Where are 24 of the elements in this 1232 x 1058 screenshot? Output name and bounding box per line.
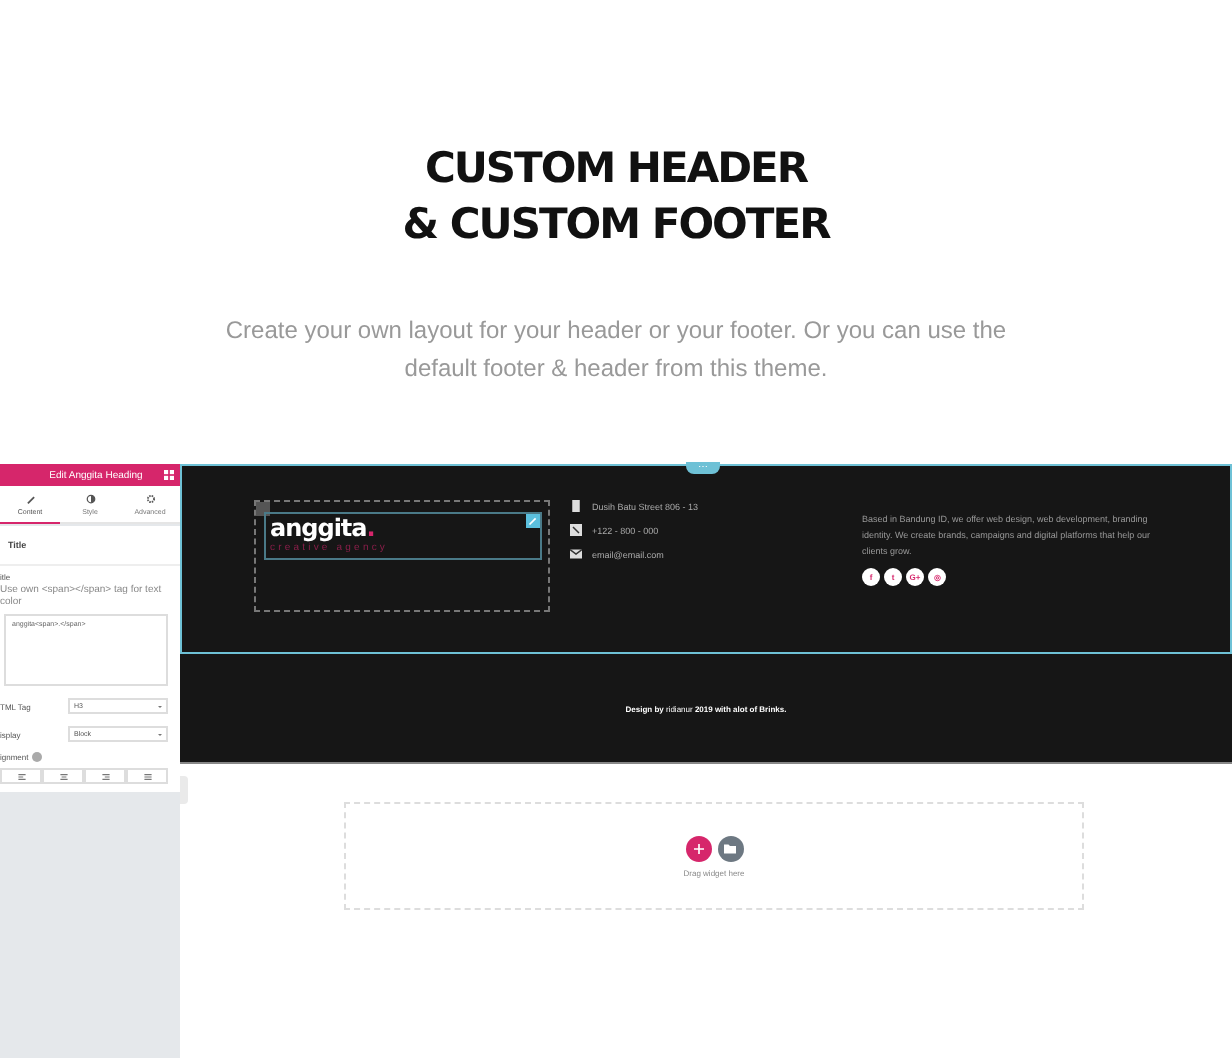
justify-button[interactable] xyxy=(126,768,168,784)
envelope-icon xyxy=(570,548,582,560)
justify-icon xyxy=(143,773,151,779)
building-icon xyxy=(570,500,582,512)
gear-icon xyxy=(145,493,155,503)
info-icon xyxy=(32,752,43,762)
hero-title: CUSTOM HEADER xyxy=(424,142,808,196)
align-left-button[interactable] xyxy=(0,768,42,784)
align-center-button[interactable] xyxy=(42,768,84,784)
grid-icon[interactable] xyxy=(164,470,174,480)
pencil-icon xyxy=(25,493,35,503)
logo-text: anggita. xyxy=(270,514,375,542)
align-right-button[interactable] xyxy=(84,768,126,784)
column-handle[interactable] xyxy=(256,502,270,516)
hero-title: & CUSTOM FOOTER xyxy=(402,198,830,252)
add-icon[interactable] xyxy=(685,835,711,861)
phone-icon xyxy=(570,524,582,536)
edit-icon[interactable] xyxy=(526,514,540,528)
folder-icon[interactable] xyxy=(717,835,743,861)
contrast-icon xyxy=(85,493,95,503)
align-left-icon xyxy=(17,773,25,779)
align-center-icon xyxy=(59,773,67,779)
align-right-icon xyxy=(101,773,109,779)
subtitle: Create your own layout for your header or your footer. Or you can use the default footer & header from this theme. xyxy=(223,314,1009,386)
